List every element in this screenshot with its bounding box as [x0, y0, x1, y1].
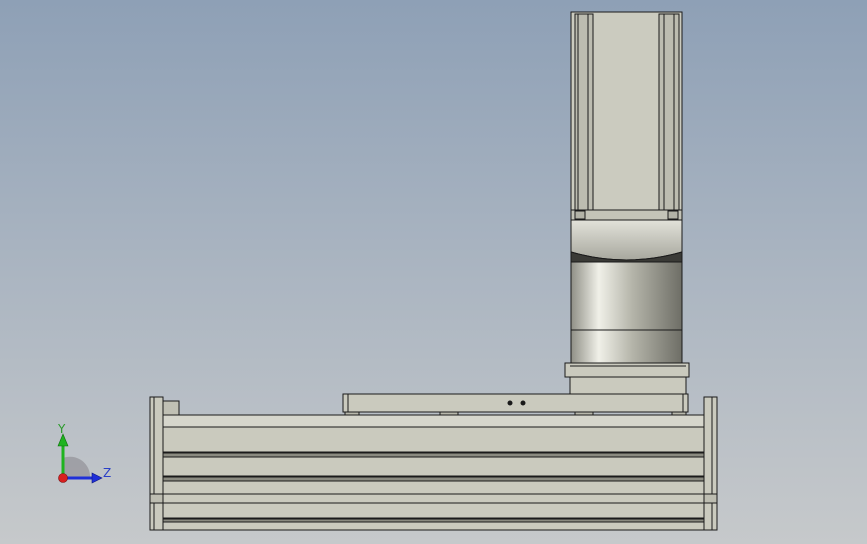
motor-mount-block[interactable]: [564, 362, 690, 395]
model-view[interactable]: [0, 0, 867, 544]
carriage-plate[interactable]: [342, 393, 689, 418]
coordinate-triad: Y Z: [40, 420, 120, 500]
triad-graphic: [57, 433, 103, 484]
motor-flange[interactable]: [570, 219, 683, 263]
triad-z-label: Z: [103, 466, 112, 480]
motor-body[interactable]: [570, 11, 683, 221]
triad-y-label: Y: [58, 422, 66, 436]
graphics-viewport[interactable]: Y Z: [0, 0, 867, 544]
linear-rail-body[interactable]: [162, 414, 705, 531]
right-end-cap[interactable]: [703, 396, 718, 531]
gearbox-cylinder[interactable]: [570, 261, 683, 364]
